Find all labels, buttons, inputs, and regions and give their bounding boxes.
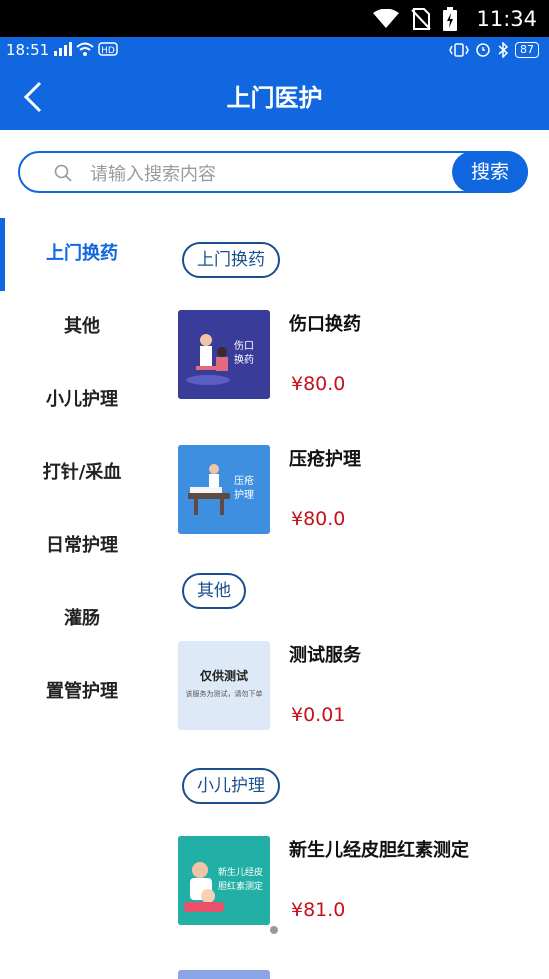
product-image: 压疮 护理 — [178, 445, 270, 534]
product-price: ¥81.0 — [291, 899, 346, 921]
signal-icon — [54, 42, 72, 56]
product-card[interactable]: 新生儿经皮 胆红素测定 新生儿经皮胆红素测定 ¥81.0 — [178, 836, 538, 926]
category-item-打针采血[interactable]: 打针/采血 — [0, 437, 164, 510]
phone-status-bar: 18:51 HD 87 — [0, 37, 549, 63]
bed-care-illustration-icon — [178, 445, 270, 534]
system-clock: 11:34 — [476, 7, 537, 31]
category-label: 其他 — [64, 316, 100, 337]
product-image-text: 护理 — [234, 490, 254, 501]
product-price: ¥80.0 — [291, 508, 346, 530]
app-header: 18:51 HD 87 上门医护 — [0, 37, 549, 130]
product-image-text: 仅供测试 — [199, 669, 248, 683]
no-sim-icon — [411, 8, 431, 30]
category-item-灌肠[interactable]: 灌肠 — [0, 583, 164, 656]
product-name: 压疮护理 — [289, 449, 361, 470]
product-image-text: 该服务为测试，请勿下单 — [185, 690, 263, 698]
product-image-text: 伤口 — [234, 341, 254, 352]
category-label: 日常护理 — [46, 535, 118, 556]
category-item-小儿护理[interactable]: 小儿护理 — [0, 364, 164, 437]
category-item-日常护理[interactable]: 日常护理 — [0, 510, 164, 583]
hd-icon: HD — [98, 42, 118, 56]
system-status-bar: 11:34 — [0, 0, 549, 37]
product-card[interactable]: 伤口 换药 伤口换药 ¥80.0 — [178, 310, 538, 400]
category-item-置管护理[interactable]: 置管护理 — [0, 656, 164, 729]
phone-signal-group: HD — [52, 42, 118, 56]
scroll-indicator — [270, 926, 278, 934]
search-button[interactable]: 搜索 — [452, 151, 528, 193]
product-image-text: 压疮 — [234, 476, 254, 487]
product-card[interactable]: 压疮 护理 压疮护理 ¥80.0 — [178, 445, 538, 535]
section-header-上门换药[interactable]: 上门换药 — [182, 242, 280, 278]
product-price: ¥0.01 — [291, 704, 346, 726]
category-item-其他[interactable]: 其他 — [0, 291, 164, 364]
page-title: 上门医护 — [226, 84, 323, 112]
product-price: ¥80.0 — [291, 373, 346, 395]
category-label: 小儿护理 — [46, 389, 118, 410]
phone-status-icons: 87 — [449, 42, 539, 58]
system-status-icons — [373, 7, 457, 31]
section-header-小儿护理[interactable]: 小儿护理 — [182, 768, 280, 804]
category-label: 置管护理 — [46, 681, 118, 702]
product-image-text: 换药 — [234, 355, 254, 366]
product-name: 新生儿经皮胆红素测定 — [289, 840, 469, 861]
product-image: 仅供测试 该服务为测试，请勿下单 — [178, 641, 270, 730]
category-label: 打针/采血 — [42, 462, 122, 483]
vibrate-icon — [449, 43, 469, 57]
product-image-partial — [178, 970, 270, 979]
battery-charging-icon — [443, 7, 457, 31]
wifi-small-icon — [76, 42, 94, 56]
bluetooth-icon — [498, 42, 509, 58]
product-card[interactable]: 仅供测试 该服务为测试，请勿下单 测试服务 ¥0.01 — [178, 641, 538, 731]
category-label: 灌肠 — [64, 608, 100, 629]
product-image: 伤口 换药 — [178, 310, 270, 399]
search-bar: 搜索 — [18, 151, 528, 193]
svg-text:HD: HD — [101, 46, 115, 56]
alarm-icon — [476, 43, 490, 57]
product-name: 伤口换药 — [289, 314, 361, 335]
battery-indicator: 87 — [515, 42, 539, 58]
product-image-text: 胆红素测定 — [218, 882, 264, 892]
section-header-其他[interactable]: 其他 — [182, 573, 246, 609]
category-label: 上门换药 — [46, 243, 118, 264]
product-name: 测试服务 — [289, 645, 361, 666]
product-image: 新生儿经皮 胆红素测定 — [178, 836, 270, 925]
wifi-icon — [373, 9, 399, 28]
phone-clock: 18:51 — [6, 41, 50, 59]
search-icon — [54, 164, 72, 182]
product-image-text: 新生儿经皮 — [218, 868, 264, 878]
nurse-illustration-icon — [178, 310, 270, 399]
search-input[interactable] — [88, 159, 392, 189]
category-item-上门换药[interactable]: 上门换药 — [0, 218, 164, 291]
